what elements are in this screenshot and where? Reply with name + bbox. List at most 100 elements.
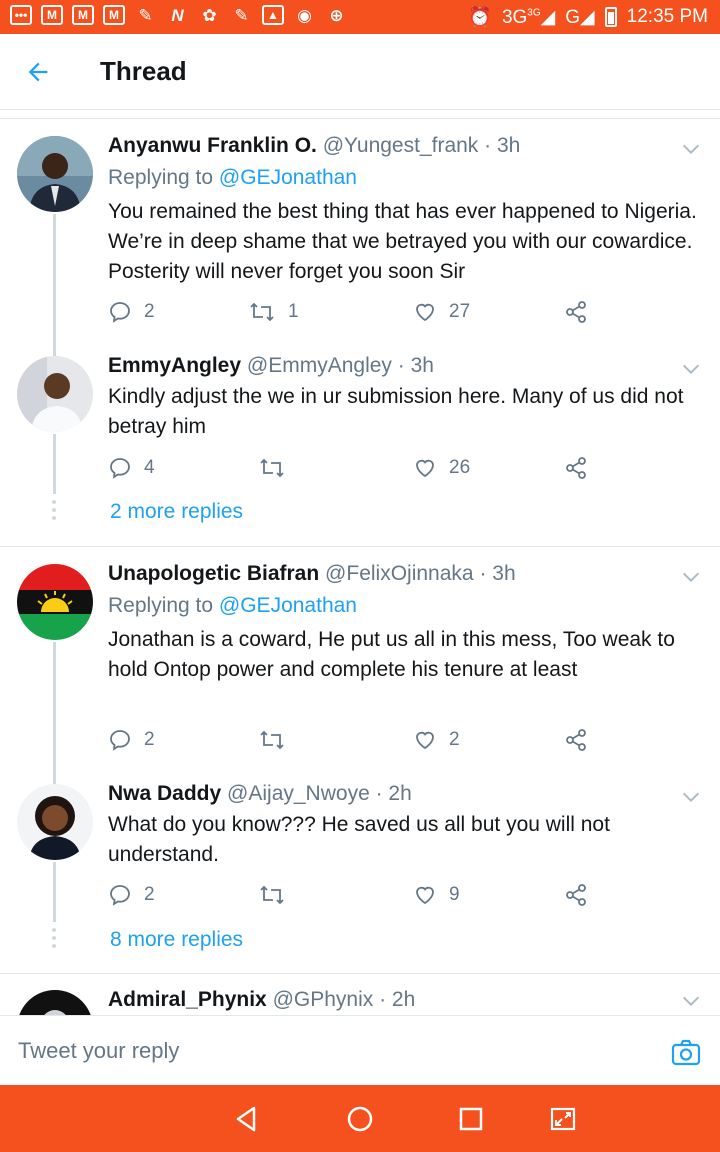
replying-to: Replying to @GEJonathan bbox=[108, 166, 357, 189]
reply-button[interactable]: 2 bbox=[108, 880, 155, 910]
app-icon: ✿ bbox=[202, 6, 217, 25]
like-button[interactable]: 27 bbox=[413, 297, 470, 327]
tweet-text: You remained the best thing that has eve… bbox=[108, 200, 697, 283]
retweet-button[interactable] bbox=[258, 453, 286, 483]
heart-icon bbox=[416, 886, 434, 905]
retweet-button[interactable]: 1 bbox=[248, 297, 299, 327]
retweet-button[interactable] bbox=[258, 725, 286, 755]
share-button[interactable] bbox=[564, 880, 588, 910]
reply-composer: Tweet your reply bbox=[0, 1015, 720, 1085]
tweet-text: Jonathan is a coward, He put us all in t… bbox=[108, 628, 675, 681]
timestamp: · 3h bbox=[479, 562, 516, 585]
display-name[interactable]: EmmyAngley bbox=[108, 354, 241, 377]
reply-icon bbox=[110, 730, 130, 751]
thread-dots bbox=[52, 500, 56, 524]
n-icon: N bbox=[171, 6, 184, 25]
avatar[interactable] bbox=[17, 784, 93, 860]
reply-count: 2 bbox=[144, 301, 155, 322]
reply-input[interactable]: Tweet your reply bbox=[18, 1038, 179, 1064]
timestamp: · 2h bbox=[379, 988, 416, 1011]
arrow-left-icon bbox=[28, 62, 48, 82]
like-button[interactable]: 2 bbox=[413, 725, 460, 755]
reply-count: 4 bbox=[144, 457, 155, 478]
reply-icon bbox=[110, 302, 130, 323]
display-name[interactable]: Unapologetic Biafran bbox=[108, 562, 319, 585]
timestamp: · 3h bbox=[484, 134, 521, 157]
like-count: 2 bbox=[449, 729, 460, 750]
handle[interactable]: @Yungest_frank bbox=[323, 134, 479, 157]
mention-link[interactable]: @GEJonathan bbox=[219, 594, 357, 617]
reply-count: 2 bbox=[144, 884, 155, 905]
chevron-down-icon[interactable] bbox=[680, 358, 702, 380]
handle[interactable]: @EmmyAngley bbox=[247, 354, 392, 377]
chevron-down-icon[interactable] bbox=[680, 138, 702, 160]
reply-button[interactable]: 2 bbox=[108, 297, 155, 327]
more-replies-link[interactable]: 8 more replies bbox=[110, 928, 243, 952]
screenshot-nav-icon[interactable] bbox=[546, 1102, 580, 1136]
alarm-icon: ⏰ bbox=[468, 7, 492, 28]
thread-dots bbox=[52, 928, 56, 952]
timestamp: · 3h bbox=[397, 354, 434, 377]
home-nav-icon[interactable] bbox=[343, 1102, 377, 1136]
tweet-header: Anyanwu Franklin O. @Yungest_frank · 3h bbox=[108, 134, 520, 158]
notification-icons: ••• M M M ✎ N ✿ ✎ ▲ ◉ ⊕ bbox=[10, 5, 348, 27]
retweet-icon bbox=[250, 302, 274, 322]
camera-icon[interactable] bbox=[670, 1036, 702, 1068]
like-count: 27 bbox=[449, 301, 471, 322]
thread-line bbox=[53, 642, 56, 784]
back-nav-icon[interactable] bbox=[230, 1102, 264, 1136]
share-icon bbox=[566, 457, 586, 479]
message-icon: ••• bbox=[10, 5, 32, 25]
tweet[interactable]: Anyanwu Franklin O. @Yungest_frank · 3h … bbox=[0, 120, 720, 364]
retweet-count: 1 bbox=[288, 301, 299, 322]
avatar[interactable] bbox=[17, 990, 93, 1015]
chevron-down-icon[interactable] bbox=[680, 786, 702, 808]
tweet[interactable]: EmmyAngley @EmmyAngley · 3h Kindly adjus… bbox=[0, 340, 720, 494]
like-count: 26 bbox=[449, 457, 471, 478]
handle[interactable]: @Aijay_Nwoye bbox=[227, 782, 370, 805]
chevron-down-icon[interactable] bbox=[680, 990, 702, 1012]
like-count: 9 bbox=[449, 884, 460, 905]
share-button[interactable] bbox=[564, 453, 588, 483]
tweet-header: Admiral_Phynix @GPhynix · 2h bbox=[108, 988, 415, 1012]
handle[interactable]: @FelixOjinnaka bbox=[325, 562, 474, 585]
back-button[interactable] bbox=[20, 54, 56, 90]
avatar[interactable] bbox=[17, 136, 93, 212]
mention-link[interactable]: @GEJonathan bbox=[219, 166, 357, 189]
display-name[interactable]: Anyanwu Franklin O. bbox=[108, 134, 317, 157]
retweet-icon bbox=[260, 885, 284, 905]
like-button[interactable]: 26 bbox=[413, 453, 470, 483]
gmail-icon: M bbox=[103, 5, 125, 25]
network-1: 3G3G◢ bbox=[501, 6, 556, 28]
recents-nav-icon[interactable] bbox=[454, 1102, 488, 1136]
clock: 12:35 PM bbox=[626, 6, 708, 27]
handle[interactable]: @GPhynix bbox=[273, 988, 374, 1011]
retweet-icon bbox=[260, 730, 284, 750]
share-button[interactable] bbox=[564, 297, 588, 327]
divider bbox=[0, 118, 720, 119]
broom-icon: ✎ bbox=[234, 6, 249, 25]
display-name[interactable]: Admiral_Phynix bbox=[108, 988, 267, 1011]
network-2: G◢ bbox=[565, 6, 595, 28]
share-button[interactable] bbox=[564, 725, 588, 755]
tweet[interactable]: Unapologetic Biafran @FelixOjinnaka · 3h… bbox=[0, 548, 720, 784]
tweet[interactable]: Admiral_Phynix @GPhynix · 2h bbox=[0, 974, 720, 1015]
avatar[interactable] bbox=[17, 356, 93, 432]
retweet-button[interactable] bbox=[258, 880, 286, 910]
retweet-icon bbox=[260, 458, 284, 478]
alert-icon: ⊕ bbox=[329, 6, 344, 25]
display-name[interactable]: Nwa Daddy bbox=[108, 782, 221, 805]
tweet[interactable]: Nwa Daddy @Aijay_Nwoye · 2h What do you … bbox=[0, 768, 720, 922]
tweet-actions: 4 26 bbox=[108, 453, 608, 483]
heart-icon bbox=[416, 459, 434, 478]
reply-button[interactable]: 2 bbox=[108, 725, 155, 755]
more-replies-link[interactable]: 2 more replies bbox=[110, 500, 243, 524]
like-button[interactable]: 9 bbox=[413, 880, 460, 910]
image-icon: ▲ bbox=[262, 5, 284, 25]
avatar[interactable] bbox=[17, 564, 93, 640]
battery-icon bbox=[604, 7, 617, 27]
tweet-header: Nwa Daddy @Aijay_Nwoye · 2h bbox=[108, 782, 412, 806]
chevron-down-icon[interactable] bbox=[680, 566, 702, 588]
reply-button[interactable]: 4 bbox=[108, 453, 155, 483]
tweet-header: Unapologetic Biafran @FelixOjinnaka · 3h bbox=[108, 562, 516, 586]
